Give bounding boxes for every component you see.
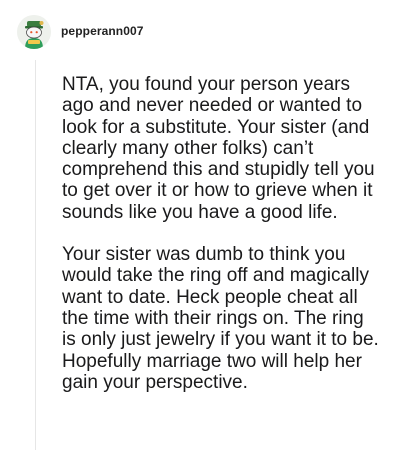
username[interactable]: pepperann007 [61,24,144,38]
thread-line[interactable] [35,60,36,450]
comment-body: NTA, you found your person years ago and… [62,74,382,393]
comment-paragraph: NTA, you found your person years ago and… [62,74,375,223]
avatar[interactable] [17,15,51,49]
comment-paragraph: Your sister was dumb to think you would … [62,244,379,393]
comment: pepperann007 NTA, you found your person … [0,0,400,468]
snoo-avatar-icon [17,15,51,49]
